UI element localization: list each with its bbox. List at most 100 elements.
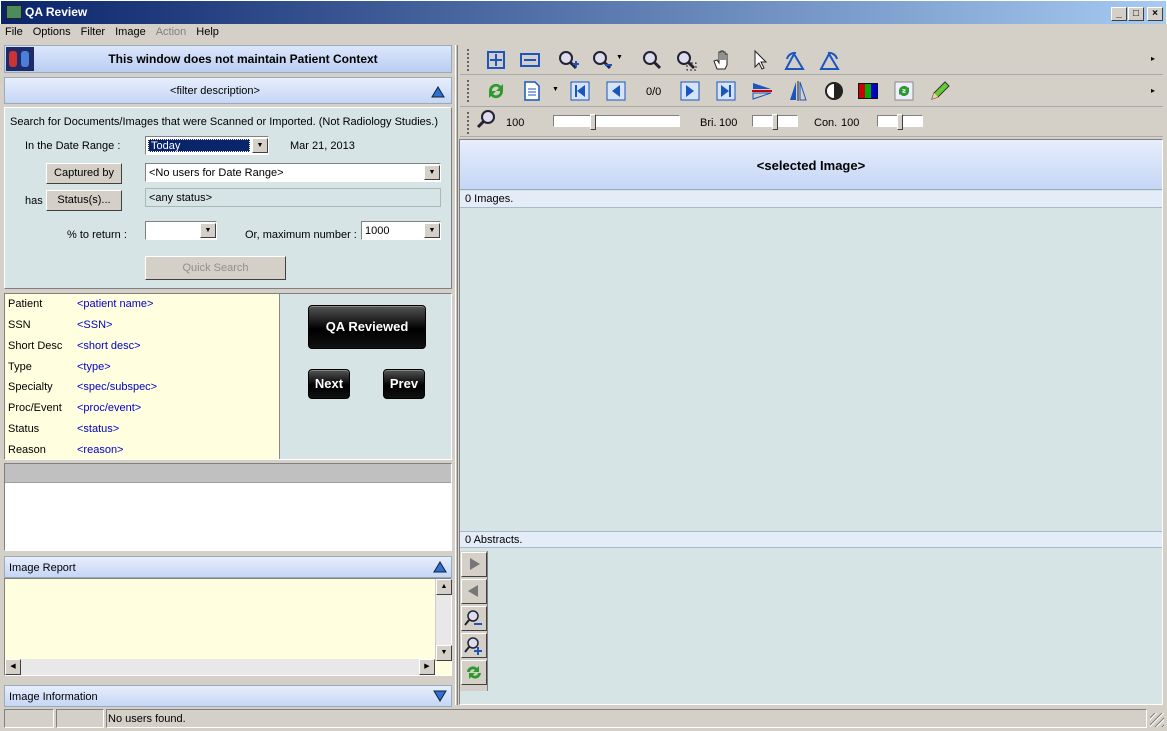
- results-list-header: [5, 464, 451, 483]
- scroll-left-icon[interactable]: ◀: [5, 659, 21, 675]
- chevron-down-icon[interactable]: ▼: [552, 86, 559, 93]
- close-button[interactable]: ×: [1147, 7, 1163, 21]
- toolbar-grip[interactable]: [467, 80, 471, 102]
- chevron-down-icon[interactable]: ▼: [200, 223, 216, 238]
- brightness-slider-thumb[interactable]: [772, 114, 778, 130]
- minimize-button[interactable]: _: [1111, 7, 1127, 21]
- date-value: Mar 21, 2013: [290, 140, 355, 152]
- brightness-value: 100: [719, 117, 738, 129]
- status-message: No users found.: [108, 713, 186, 725]
- zoom-rectangle-icon[interactable]: [674, 48, 698, 72]
- detail-label: Reason: [8, 444, 46, 456]
- zoom-fit-icon[interactable]: [640, 48, 664, 72]
- expand-down-icon[interactable]: [433, 690, 447, 702]
- vertical-scrollbar[interactable]: ▲ ▼: [435, 579, 452, 661]
- menu-options[interactable]: Options: [28, 24, 76, 38]
- play-forward-icon[interactable]: [461, 552, 487, 577]
- flip-horizontal-icon[interactable]: [786, 79, 810, 103]
- quick-search-button[interactable]: Quick Search: [145, 256, 286, 280]
- collapse-up-icon[interactable]: [433, 561, 447, 573]
- menu-filter[interactable]: Filter: [76, 24, 110, 38]
- brightness-slider[interactable]: [752, 114, 798, 130]
- max-number-value: 1000: [365, 225, 390, 237]
- prev-button[interactable]: Prev: [383, 369, 425, 399]
- percent-select[interactable]: ▼: [145, 221, 217, 240]
- collapse-up-icon[interactable]: [431, 86, 445, 98]
- chevron-down-icon[interactable]: ▼: [424, 165, 440, 180]
- results-list[interactable]: [4, 463, 452, 551]
- detail-value: <type>: [77, 361, 111, 373]
- horizontal-scrollbar[interactable]: ◀ ▶: [5, 659, 435, 675]
- annotate-pencil-icon[interactable]: [928, 79, 952, 103]
- abstract-zoom-in-icon[interactable]: [461, 633, 487, 658]
- image-report-header[interactable]: Image Report: [4, 556, 452, 578]
- contrast-value: 100: [841, 117, 860, 129]
- scroll-right-icon[interactable]: ▶: [419, 659, 435, 675]
- brightness-label: Bri.: [700, 117, 717, 129]
- pan-hand-icon[interactable]: [710, 48, 734, 72]
- image-viewer[interactable]: <selected Image> 0 Images. 0 Abstracts.: [459, 139, 1163, 705]
- color-rgb-icon[interactable]: [856, 79, 880, 103]
- previous-page-icon[interactable]: [604, 79, 628, 103]
- search-heading: Search for Documents/Images that were Sc…: [10, 116, 438, 128]
- zoom-slider[interactable]: [553, 114, 680, 130]
- status-pane-3: No users found.: [106, 709, 1147, 728]
- chevron-down-icon[interactable]: ▼: [424, 223, 440, 238]
- next-button[interactable]: Next: [308, 369, 350, 399]
- status-pane-1: [4, 709, 54, 728]
- maximize-button[interactable]: □: [1128, 7, 1144, 21]
- image-report-text[interactable]: ▲ ▼ ◀ ▶: [4, 578, 452, 676]
- status-pane-2: [56, 709, 104, 728]
- abstract-refresh-icon[interactable]: [461, 660, 487, 685]
- abstract-zoom-out-icon[interactable]: [461, 606, 487, 631]
- menu-action[interactable]: Action: [151, 24, 192, 38]
- contrast-slider-thumb[interactable]: [897, 114, 903, 130]
- toolbar-grip[interactable]: [467, 112, 471, 134]
- resize-grip[interactable]: [1150, 713, 1164, 727]
- scroll-up-icon[interactable]: ▲: [436, 579, 452, 595]
- filter-description-header[interactable]: <filter description>: [4, 77, 452, 104]
- document-icon[interactable]: [520, 79, 544, 103]
- rotate-right-icon[interactable]: [818, 48, 842, 72]
- detail-value: <status>: [77, 423, 120, 435]
- zoom-in-icon[interactable]: [556, 48, 580, 72]
- status-button[interactable]: Status(s)...: [46, 190, 122, 211]
- image-information-header[interactable]: Image Information: [4, 685, 452, 707]
- chevron-down-icon[interactable]: ▼: [616, 54, 623, 61]
- menu-image[interactable]: Image: [110, 24, 151, 38]
- detail-value: <short desc>: [77, 340, 141, 352]
- play-back-icon[interactable]: [461, 579, 487, 604]
- fit-to-width-icon[interactable]: [518, 48, 542, 72]
- title-bar[interactable]: QA Review _ □ ×: [0, 0, 1167, 24]
- toolbar-overflow-icon[interactable]: ▸: [1151, 86, 1155, 95]
- max-number-select[interactable]: 1000 ▼: [361, 221, 441, 240]
- fit-to-window-icon[interactable]: [484, 48, 508, 72]
- chevron-down-icon[interactable]: ▼: [252, 138, 268, 153]
- flip-vertical-icon[interactable]: [750, 79, 774, 103]
- menu-help[interactable]: Help: [191, 24, 224, 38]
- menu-bar: File Options Filter Image Action Help: [0, 24, 1167, 43]
- captured-by-select[interactable]: <No users for Date Range> ▼: [145, 163, 441, 182]
- panel-splitter[interactable]: [455, 45, 458, 705]
- captured-by-button[interactable]: Captured by: [46, 163, 122, 184]
- reset-icon[interactable]: [892, 79, 916, 103]
- zoom-out-icon[interactable]: [590, 48, 614, 72]
- pointer-icon[interactable]: [748, 48, 772, 72]
- next-page-icon[interactable]: [678, 79, 702, 103]
- contrast-slider[interactable]: [877, 114, 923, 130]
- menu-file[interactable]: File: [0, 24, 28, 38]
- date-range-select[interactable]: Today ▼: [145, 136, 269, 155]
- last-page-icon[interactable]: [714, 79, 738, 103]
- scroll-down-icon[interactable]: ▼: [436, 645, 452, 661]
- refresh-icon[interactable]: [484, 79, 508, 103]
- detail-label: Short Desc: [8, 340, 63, 352]
- toolbar-grip[interactable]: [467, 49, 471, 71]
- toolbar-overflow-icon[interactable]: ▸: [1151, 54, 1155, 63]
- rotate-left-icon[interactable]: [782, 48, 806, 72]
- first-page-icon[interactable]: [568, 79, 592, 103]
- images-count-bar: 0 Images.: [460, 191, 1162, 208]
- qa-reviewed-button[interactable]: QA Reviewed: [308, 305, 426, 349]
- patient-context-banner: This window does not maintain Patient Co…: [4, 45, 452, 73]
- zoom-slider-thumb[interactable]: [590, 114, 596, 130]
- invert-icon[interactable]: [822, 79, 846, 103]
